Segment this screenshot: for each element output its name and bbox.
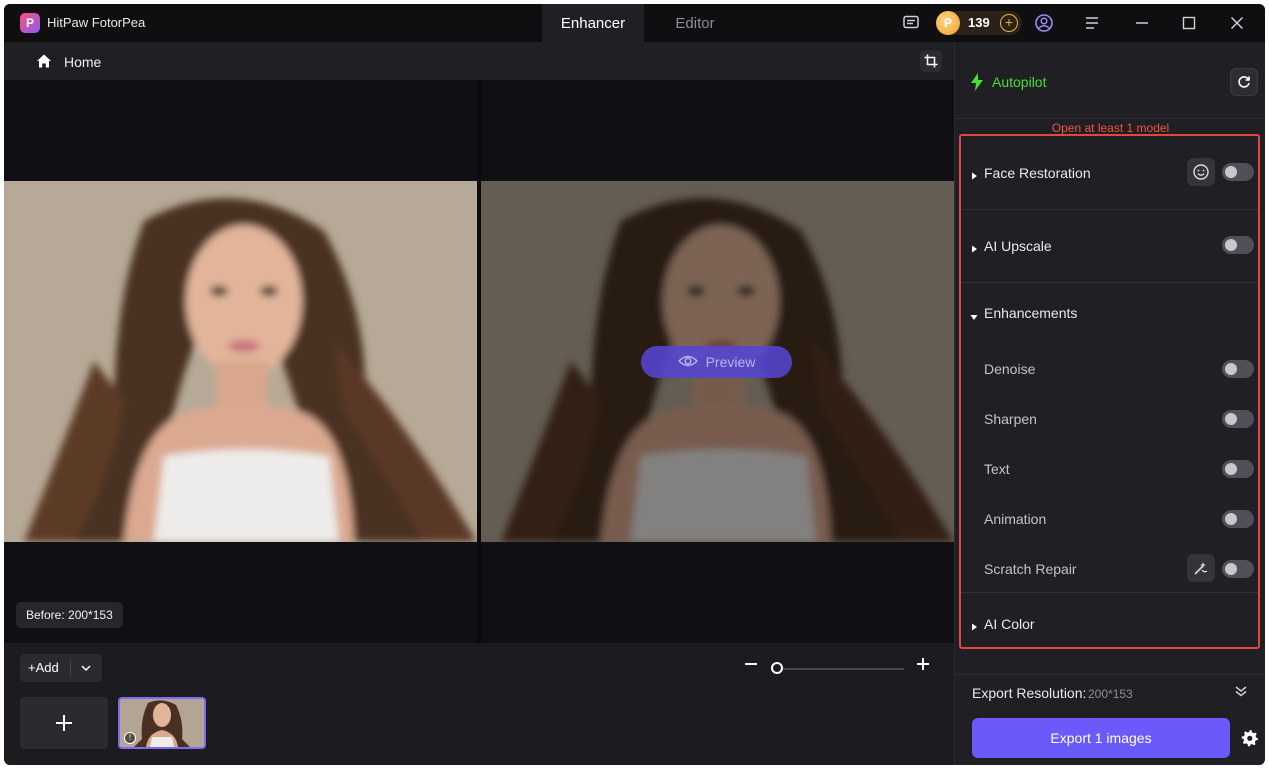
ai-color-label: AI Color xyxy=(984,616,1035,632)
credits-count: 139 xyxy=(968,15,990,30)
app-title: HitPaw FotorPea xyxy=(47,15,146,30)
caret-right-icon xyxy=(970,619,978,631)
divider xyxy=(955,118,1265,119)
app-window: P HitPaw FotorPea Enhancer Editor P 139 … xyxy=(4,4,1265,765)
section-ai-upscale[interactable]: AI Upscale xyxy=(961,210,1258,282)
item-animation[interactable]: Animation xyxy=(961,493,1258,543)
tab-enhancer[interactable]: Enhancer xyxy=(542,4,644,42)
home-bar: Home xyxy=(4,42,954,80)
image-tray: +Add ! xyxy=(4,643,954,765)
export-resolution-value: 200*153 xyxy=(1088,687,1133,701)
enhancements-label: Enhancements xyxy=(984,305,1078,321)
preview-button[interactable]: Preview xyxy=(641,346,792,378)
text-label: Text xyxy=(984,461,1010,477)
caret-right-icon xyxy=(970,241,978,253)
section-face-restoration[interactable]: Face Restoration xyxy=(961,136,1258,209)
text-toggle[interactable] xyxy=(1222,460,1254,478)
tab-editor[interactable]: Editor xyxy=(644,4,746,42)
face-restoration-toggle[interactable] xyxy=(1222,163,1254,181)
before-pane: Before: 200*153 xyxy=(4,80,477,643)
autopilot-label[interactable]: Autopilot xyxy=(992,74,1046,90)
zoom-in-icon[interactable] xyxy=(916,657,930,671)
chevron-down-icon[interactable] xyxy=(78,660,94,676)
scratch-repair-toggle[interactable] xyxy=(1222,560,1254,578)
plus-icon xyxy=(56,715,72,731)
add-button-divider xyxy=(70,659,71,677)
info-icon[interactable]: ! xyxy=(124,732,136,744)
scratch-repair-label: Scratch Repair xyxy=(984,561,1077,577)
app-logo-icon: P xyxy=(20,13,40,33)
divider xyxy=(955,674,1265,675)
add-button[interactable]: +Add xyxy=(20,654,102,682)
maximize-icon[interactable] xyxy=(1178,12,1200,34)
section-ai-color[interactable]: AI Color xyxy=(961,593,1258,647)
ai-upscale-label: AI Upscale xyxy=(984,238,1052,254)
add-image-tile[interactable] xyxy=(20,697,108,749)
coin-icon: P xyxy=(936,11,960,35)
zoom-slider-handle[interactable] xyxy=(771,662,783,674)
caret-down-icon xyxy=(970,309,978,320)
image-thumbnail[interactable]: ! xyxy=(118,697,206,749)
animation-label: Animation xyxy=(984,511,1047,527)
add-button-label: +Add xyxy=(28,660,59,675)
sharpen-label: Sharpen xyxy=(984,411,1037,427)
settings-panel: Autopilot Open at least 1 model Face Res… xyxy=(954,42,1265,765)
before-resolution-badge: Before: 200*153 xyxy=(16,602,123,628)
image-viewer: Before: 200*153 Preview xyxy=(4,80,954,643)
caret-right-icon xyxy=(970,168,978,180)
after-pane: Preview xyxy=(481,80,954,643)
export-button[interactable]: Export 1 images xyxy=(972,718,1230,758)
item-scratch-repair[interactable]: Scratch Repair xyxy=(961,543,1258,593)
zoom-out-icon[interactable] xyxy=(744,657,758,671)
account-icon[interactable] xyxy=(1033,12,1055,34)
item-denoise[interactable]: Denoise xyxy=(961,343,1258,393)
plus-icon: + xyxy=(28,660,36,675)
export-resolution-label: Export Resolution: xyxy=(972,685,1087,701)
zoom-slider[interactable] xyxy=(776,668,904,670)
magic-wand-icon[interactable] xyxy=(1187,554,1215,582)
item-sharpen[interactable]: Sharpen xyxy=(961,393,1258,443)
crop-icon[interactable] xyxy=(920,50,942,72)
refresh-button[interactable] xyxy=(1230,68,1258,96)
sharpen-toggle[interactable] xyxy=(1222,410,1254,428)
double-chevron-down-icon[interactable] xyxy=(1234,684,1248,698)
menu-icon[interactable] xyxy=(1081,12,1103,34)
home-link[interactable]: Home xyxy=(64,54,101,70)
eye-icon xyxy=(677,354,698,371)
item-text[interactable]: Text xyxy=(961,443,1258,493)
close-icon[interactable] xyxy=(1226,12,1248,34)
model-warning: Open at least 1 model xyxy=(1051,121,1170,135)
minimize-icon[interactable] xyxy=(1131,12,1153,34)
preview-label: Preview xyxy=(705,354,756,370)
face-restoration-label: Face Restoration xyxy=(984,165,1091,181)
credits-widget[interactable]: P 139 + xyxy=(936,11,1022,35)
lightning-icon xyxy=(970,73,984,91)
denoise-label: Denoise xyxy=(984,361,1036,377)
add-credits-icon[interactable]: + xyxy=(1000,14,1018,32)
before-image xyxy=(4,181,477,542)
model-list-highlight: Face Restoration AI Upscale Enhancements… xyxy=(959,134,1260,649)
face-icon[interactable] xyxy=(1187,158,1215,186)
denoise-toggle[interactable] xyxy=(1222,360,1254,378)
title-bar: P HitPaw FotorPea Enhancer Editor P 139 … xyxy=(4,4,1265,42)
section-enhancements[interactable]: Enhancements xyxy=(961,283,1258,343)
home-icon[interactable] xyxy=(36,53,52,69)
gear-icon[interactable] xyxy=(1241,729,1259,747)
animation-toggle[interactable] xyxy=(1222,510,1254,528)
refresh-icon xyxy=(1238,76,1250,88)
ai-upscale-toggle[interactable] xyxy=(1222,236,1254,254)
message-icon[interactable] xyxy=(900,12,922,34)
